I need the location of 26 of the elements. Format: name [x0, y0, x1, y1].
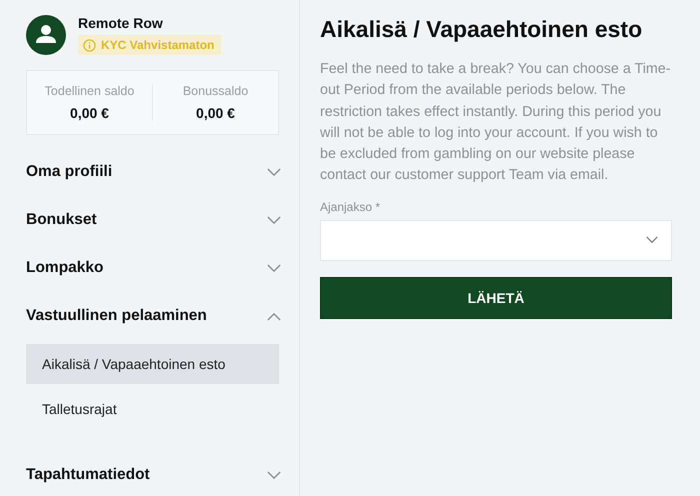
- menu-heading[interactable]: Vastuullinen pelaaminen: [26, 292, 279, 340]
- field-label: Ajanjakso *: [320, 200, 382, 214]
- chevron-icon: [267, 470, 281, 480]
- balance-value: 0,00 €: [70, 105, 109, 121]
- menu-heading[interactable]: Lompakko: [26, 244, 279, 292]
- info-icon: [83, 38, 96, 52]
- submenu-item[interactable]: Aikalisä / Vapaaehtoinen esto: [26, 344, 279, 384]
- menu-heading[interactable]: Tapahtumatiedot: [26, 451, 279, 496]
- submit-button[interactable]: LÄHETÄ: [320, 276, 672, 319]
- chevron-icon: [267, 216, 281, 224]
- menu-heading[interactable]: Bonukset: [26, 196, 279, 244]
- menu-heading[interactable]: Oma profiili: [26, 148, 279, 196]
- period-select[interactable]: [320, 220, 672, 261]
- description-text: Feel the need to take a break? You can choose a Time-out Period from the available periods below. The restriction takes effect instantly. During this period you will not be able to log into your account. If you wish to be excluded from gambling on our website please contact our customer support Team via email.: [320, 60, 672, 186]
- balance-label: Bonussaldo: [182, 84, 248, 98]
- chevron-icon: [646, 236, 658, 244]
- balance-value: 0,00 €: [196, 105, 235, 121]
- user-name: Remote Row: [78, 15, 164, 31]
- chevron-icon: [267, 264, 281, 272]
- submenu-item[interactable]: Talletusrajat: [26, 389, 279, 429]
- page-title: Aikalisä / Vapaaehtoinen esto: [320, 16, 644, 43]
- balance-label: Todellinen saldo: [44, 84, 134, 98]
- kyc-badge: KYC Vahvistamaton: [78, 35, 222, 55]
- chevron-icon: [267, 168, 281, 176]
- avatar-icon: [26, 15, 66, 55]
- chevron-icon: [267, 312, 281, 320]
